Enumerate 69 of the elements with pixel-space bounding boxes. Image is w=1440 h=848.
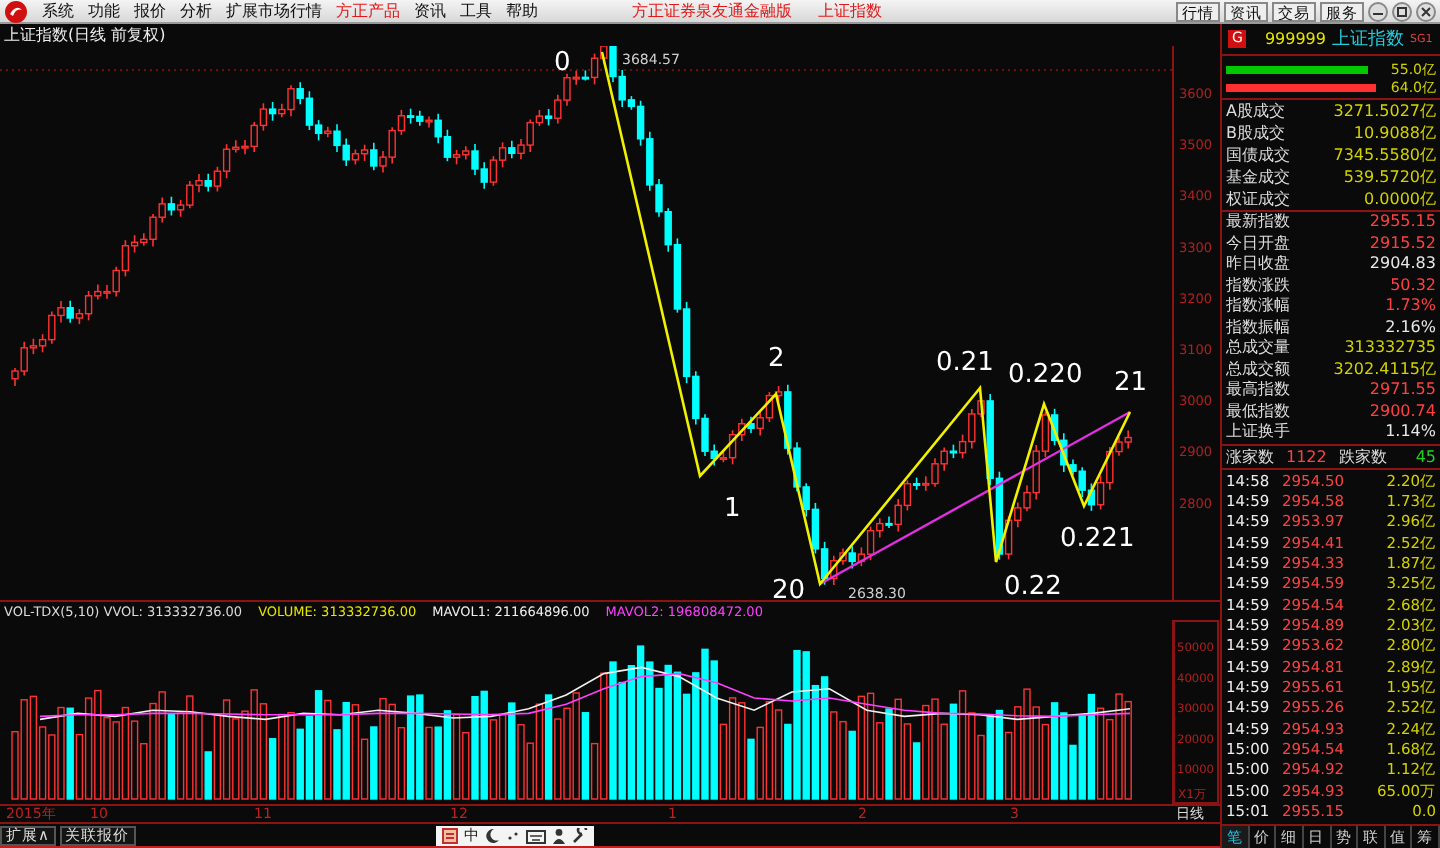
wave-label: 0 <box>554 48 571 78</box>
stat-value: 7345.5580亿 <box>1333 144 1436 166</box>
wave-label: 21 <box>1114 368 1148 398</box>
stat-value: 10.9088亿 <box>1353 122 1436 144</box>
wave-label: 2 <box>768 344 785 374</box>
logo-icon <box>4 0 28 23</box>
menu-item[interactable]: 报价 <box>134 0 166 22</box>
wrench-icon[interactable] <box>572 828 588 844</box>
stat-label: 指数涨跌 <box>1226 275 1290 296</box>
stat-value: 2904.83 <box>1369 254 1436 275</box>
moon-icon[interactable] <box>486 828 500 844</box>
menu-item[interactable]: 系统 <box>42 0 74 22</box>
stat-value: 50.32 <box>1390 275 1436 296</box>
person-icon[interactable] <box>552 828 566 844</box>
advancers-count: 1122 <box>1286 445 1327 467</box>
menu-item[interactable]: 帮助 <box>506 0 538 22</box>
stat-value: 539.5720亿 <box>1343 166 1436 188</box>
stat-value: 3202.4115亿 <box>1333 359 1436 380</box>
stat-value: 2955.15 <box>1369 212 1436 233</box>
stat-label: 基金成交 <box>1226 166 1290 188</box>
advancers-label: 涨家数 <box>1226 445 1274 467</box>
menu-item[interactable]: 功能 <box>88 0 120 22</box>
stat-label: 总成交量 <box>1226 338 1290 359</box>
stat-label: 总成交额 <box>1226 359 1290 380</box>
wave-label: 0.22 <box>1004 572 1062 600</box>
stat-label: A股成交 <box>1226 100 1285 122</box>
stat-label: 国债成交 <box>1226 144 1290 166</box>
stat-label: 今日开盘 <box>1226 233 1290 254</box>
stat-value: 313332735 <box>1344 338 1436 359</box>
stat-value: 2.16% <box>1385 317 1436 338</box>
wave-label: 0.21 <box>936 348 994 378</box>
stat-label: 上证换手 <box>1226 422 1290 443</box>
menu-item[interactable]: 方正产品 <box>336 0 400 22</box>
wave-label: 0.221 <box>1060 524 1135 554</box>
stat-label: 指数振幅 <box>1226 317 1290 338</box>
app-subtitle: 上证指数 <box>818 0 882 22</box>
menu-item[interactable]: 资讯 <box>414 0 446 22</box>
stat-label: 指数涨幅 <box>1226 296 1290 317</box>
stock-name: 上证指数 <box>1331 27 1404 52</box>
app-title: 方正证券泉友通金融版 <box>632 0 792 22</box>
stat-value: 0.0000亿 <box>1364 188 1436 210</box>
close-icon[interactable] <box>1416 1 1436 21</box>
restore-icon[interactable] <box>1392 1 1412 21</box>
menu-item[interactable]: 工具 <box>460 0 492 22</box>
stat-value: 2971.55 <box>1369 380 1436 401</box>
stat-label: 最高指数 <box>1226 380 1290 401</box>
grid-icon[interactable] <box>442 828 458 844</box>
chart-title: 上证指数(日线 前复权) <box>4 26 166 44</box>
keyboard-icon[interactable] <box>526 829 546 843</box>
decliners-count: 45 <box>1415 445 1436 467</box>
stat-label: 权证成交 <box>1226 188 1290 210</box>
wave-label: 20 <box>772 576 806 600</box>
stat-value: 2900.74 <box>1369 401 1436 422</box>
stat-value: 2915.52 <box>1369 233 1436 254</box>
decliners-label: 跌家数 <box>1338 445 1387 467</box>
minimize-icon[interactable] <box>1368 1 1388 21</box>
stat-label: 最新指数 <box>1226 212 1290 233</box>
stat-label: 昨日收盘 <box>1226 254 1290 275</box>
menu-item[interactable]: 分析 <box>180 0 212 22</box>
stat-label: 最低指数 <box>1226 401 1290 422</box>
stock-code: 999999 <box>1264 30 1326 48</box>
menu-item[interactable]: 扩展市场行情 <box>226 0 322 22</box>
stat-value: 1.14% <box>1385 422 1436 443</box>
wave-label: 1 <box>724 494 741 524</box>
wave-label: 0.220 <box>1008 360 1083 390</box>
stat-value: 1.73% <box>1385 296 1436 317</box>
stat-value: 3271.5027亿 <box>1333 100 1436 122</box>
dots-icon[interactable] <box>506 828 520 844</box>
stat-label: B股成交 <box>1226 122 1285 144</box>
